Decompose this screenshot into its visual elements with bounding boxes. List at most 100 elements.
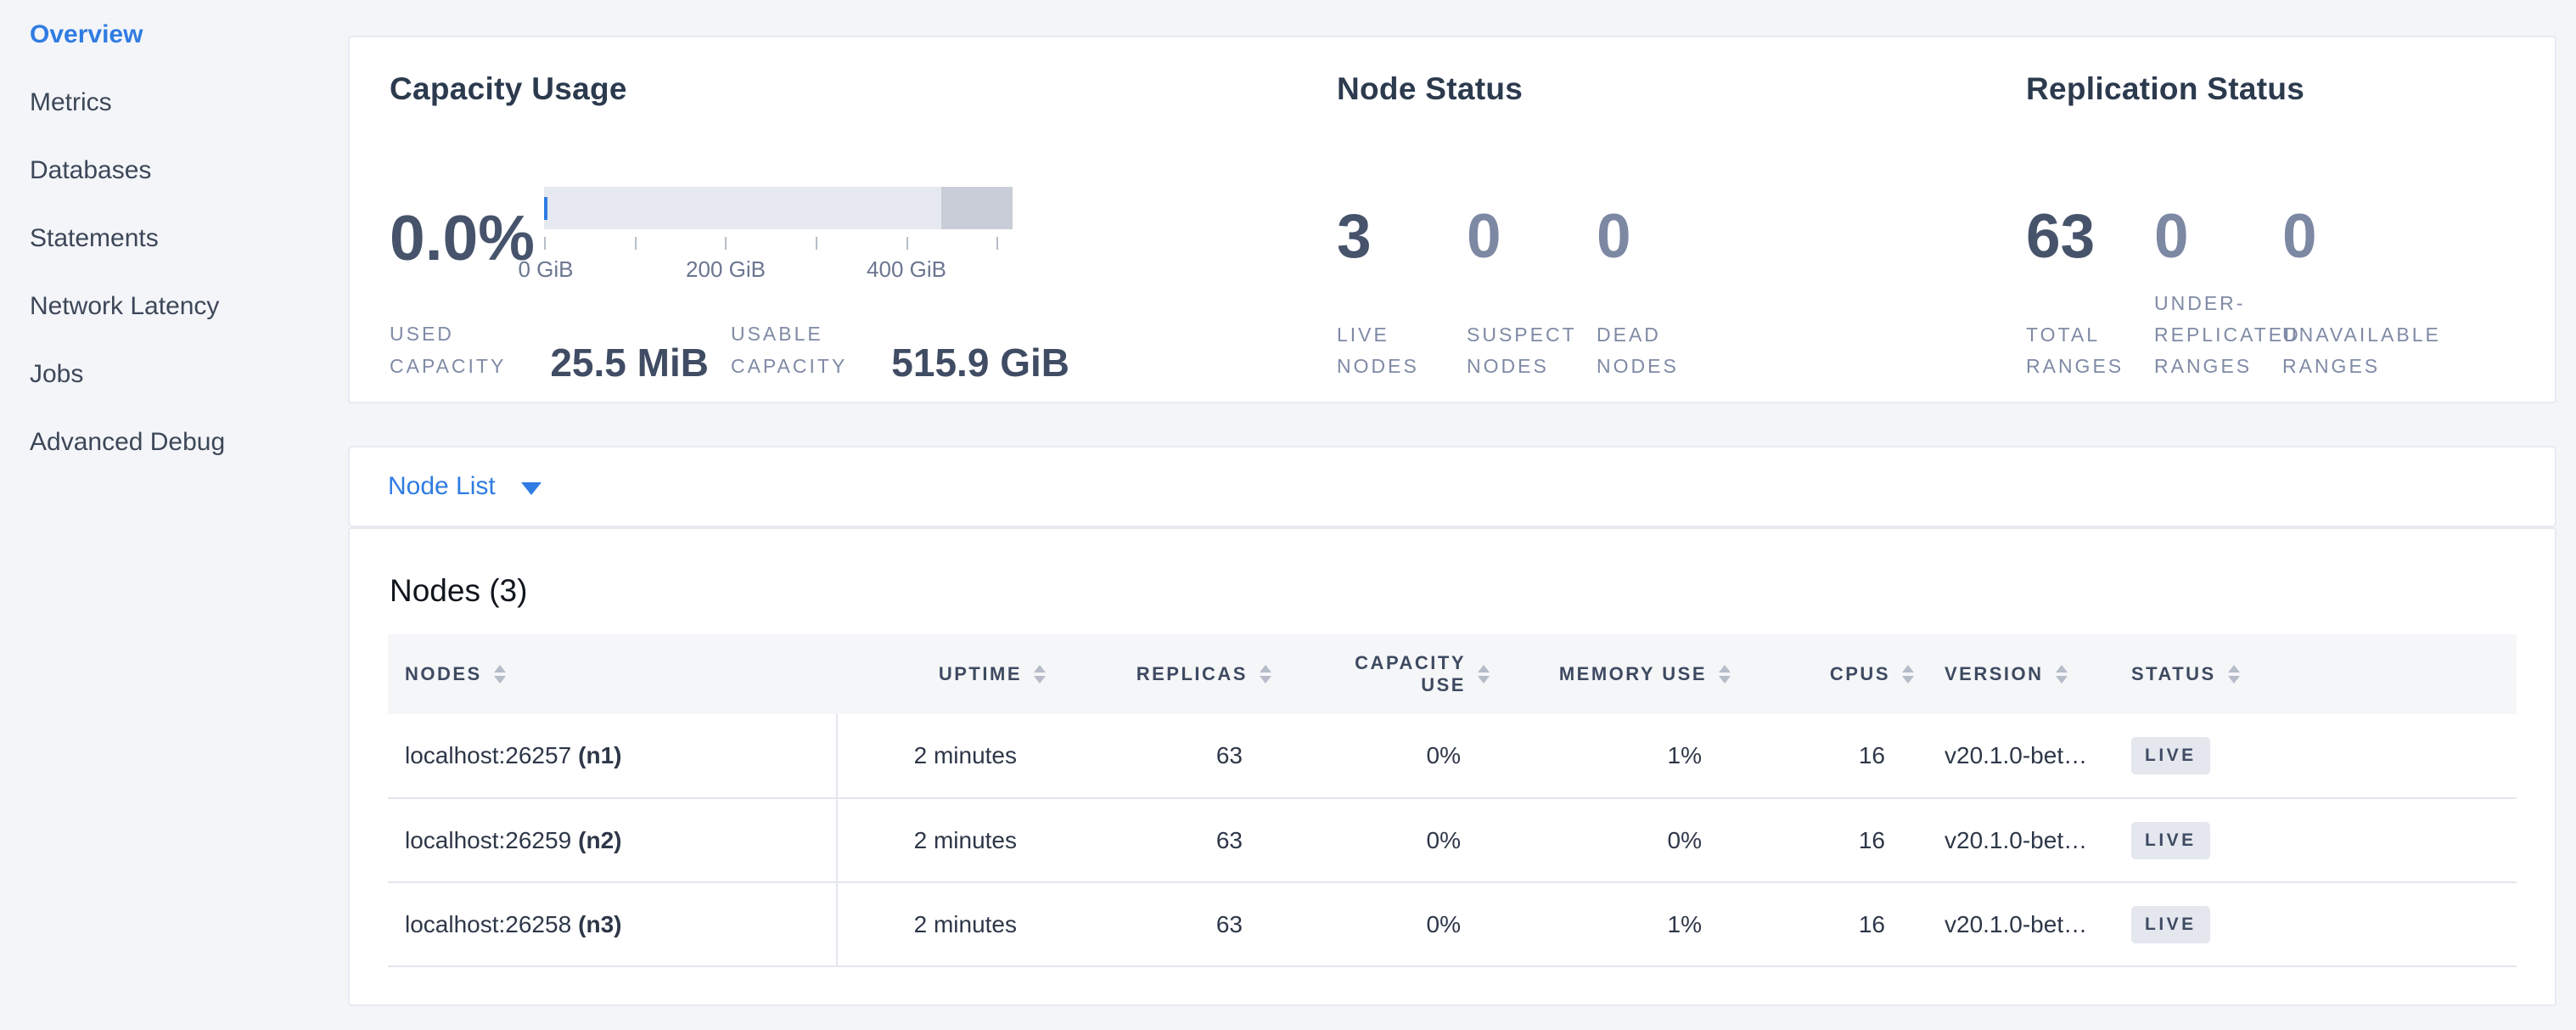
- memory-use-cell: 1%: [1490, 882, 1731, 966]
- label-line: UNAVAILABLE: [2282, 319, 2410, 351]
- sort-icon: [1260, 665, 1271, 684]
- capacity-usage-title: Capacity Usage: [390, 71, 627, 107]
- column-label: CPUS: [1830, 663, 1890, 685]
- capacity-stats-row: USED CAPACITY 25.5 MiB USABLE CAPACITY 5…: [390, 318, 1069, 382]
- capacity-gauge-used-marker: [544, 197, 547, 220]
- page: { "colors": { "page_bg": "#f4f5f9", "car…: [0, 0, 2576, 1030]
- memory-use-cell: 1%: [1490, 714, 1731, 798]
- label-line: RANGES: [2154, 351, 2282, 382]
- label-line: RANGES: [2026, 351, 2154, 382]
- live-nodes-label: LIVE NODES: [1337, 319, 1467, 382]
- status-cell: LIVE: [2131, 882, 2517, 966]
- cpus-cell: 16: [1731, 714, 1914, 798]
- replicas-cell: 63: [1046, 714, 1271, 798]
- column-label: NODES: [405, 663, 482, 685]
- node-address-link[interactable]: localhost:26259 (n2): [405, 827, 621, 853]
- column-header-replicas[interactable]: REPLICAS: [1046, 634, 1271, 714]
- sidebar-item-advanced-debug[interactable]: Advanced Debug: [0, 408, 348, 476]
- replication-status-title: Replication Status: [2026, 71, 2304, 107]
- usable-capacity-label: USABLE CAPACITY: [731, 318, 847, 382]
- sidebar-item-jobs[interactable]: Jobs: [0, 341, 348, 408]
- gauge-tick: [725, 237, 727, 250]
- sort-icon: [2056, 665, 2068, 684]
- usable-capacity-value: 515.9 GiB: [891, 343, 1069, 382]
- sidebar-item-overview[interactable]: Overview: [0, 1, 348, 69]
- capacity-gauge-track: [544, 187, 1013, 229]
- capacity-gauge: 0 GiB 200 GiB 400 GiB: [544, 187, 1013, 285]
- sort-icon: [1719, 665, 1731, 684]
- uptime-cell: 2 minutes: [837, 882, 1046, 966]
- capacity-gauge-axis: [544, 237, 1013, 250]
- table-row: localhost:26258(n3) 2 minutes 63 0% 1% 1…: [388, 882, 2517, 966]
- node-address: localhost:26258: [405, 911, 571, 937]
- replication-values: 63 0 0: [2026, 203, 2410, 271]
- under-replicated-ranges-value: 0: [2154, 203, 2282, 271]
- label-line: CAPACITY: [390, 350, 506, 382]
- node-list-dropdown[interactable]: Node List: [388, 472, 542, 501]
- label-line: UNDER-: [2154, 288, 2282, 319]
- memory-use-cell: 0%: [1490, 798, 1731, 882]
- capacity-gauge-unusable-segment: [941, 187, 1013, 229]
- node-status-section: Node Status 3 0 0 LIVE NODES SUSPECT NOD…: [1337, 37, 1982, 402]
- status-badge: LIVE: [2131, 737, 2210, 774]
- node-address: localhost:26259: [405, 827, 571, 853]
- column-header-status[interactable]: STATUS: [2131, 634, 2517, 714]
- node-name: (n1): [578, 742, 621, 768]
- sidebar-item-statements[interactable]: Statements: [0, 205, 348, 273]
- sidebar-item-network-latency[interactable]: Network Latency: [0, 273, 348, 341]
- column-header-version[interactable]: VERSION: [1914, 634, 2131, 714]
- label-line: USED: [390, 318, 506, 350]
- column-header-nodes[interactable]: NODES: [388, 634, 837, 714]
- status-badge: LIVE: [2131, 906, 2210, 943]
- version-cell: v20.1.0-bet…: [1914, 714, 2131, 798]
- capacity-usage-section: Capacity Usage 0.0% 0 GiB 200 GiB 400 Gi…: [390, 37, 1357, 402]
- status-cell: LIVE: [2131, 798, 2517, 882]
- gauge-tick-label: 400 GiB: [867, 256, 946, 283]
- dead-nodes-label: DEAD NODES: [1597, 319, 1726, 382]
- sort-icon: [494, 665, 506, 684]
- table-row: localhost:26259(n2) 2 minutes 63 0% 0% 1…: [388, 798, 2517, 882]
- gauge-tick: [635, 237, 637, 250]
- sort-icon: [1478, 665, 1490, 684]
- sort-icon: [1902, 665, 1914, 684]
- cpus-cell: 16: [1731, 882, 1914, 966]
- replicas-cell: 63: [1046, 882, 1271, 966]
- label-line: USABLE: [731, 318, 847, 350]
- status-cell: LIVE: [2131, 714, 2517, 798]
- label-line: DEAD: [1597, 319, 1726, 351]
- column-label: CAPACITY USE: [1355, 652, 1466, 696]
- gauge-tick: [906, 237, 908, 250]
- column-header-cpus[interactable]: CPUS: [1731, 634, 1914, 714]
- label-line: CAPACITY: [731, 350, 847, 382]
- gauge-tick: [996, 237, 998, 250]
- gauge-tick-labels: 0 GiB 200 GiB 400 GiB: [544, 256, 1013, 285]
- label-line: REPLICATED: [2154, 319, 2282, 351]
- nodes-table: NODES UPTIME REPLICAS: [388, 634, 2517, 967]
- table-header-row: NODES UPTIME REPLICAS: [388, 634, 2517, 714]
- capacity-use-cell: 0%: [1271, 798, 1490, 882]
- sidebar-item-metrics[interactable]: Metrics: [0, 69, 348, 137]
- column-header-uptime[interactable]: UPTIME: [837, 634, 1046, 714]
- node-address-link[interactable]: localhost:26258(n3): [405, 911, 621, 937]
- cpus-cell: 16: [1731, 798, 1914, 882]
- column-header-memory-use[interactable]: MEMORY USE: [1490, 634, 1731, 714]
- node-name: (n2): [578, 827, 621, 853]
- label-line: NODES: [1597, 351, 1726, 382]
- replication-labels: TOTAL RANGES UNDER- REPLICATED RANGES UN…: [2026, 288, 2410, 382]
- suspect-nodes-value: 0: [1467, 203, 1597, 271]
- column-label: STATUS: [2131, 663, 2216, 685]
- sidebar-item-databases[interactable]: Databases: [0, 137, 348, 205]
- sidebar: Overview Metrics Databases Statements Ne…: [0, 0, 348, 476]
- uptime-cell: 2 minutes: [837, 798, 1046, 882]
- node-status-title: Node Status: [1337, 71, 1523, 107]
- column-header-capacity-use[interactable]: CAPACITY USE: [1271, 634, 1490, 714]
- table-row: localhost:26257(n1) 2 minutes 63 0% 1% 1…: [388, 714, 2517, 798]
- gauge-tick-label: 200 GiB: [686, 256, 766, 283]
- node-address-link[interactable]: localhost:26257(n1): [405, 742, 621, 768]
- suspect-nodes-label: SUSPECT NODES: [1467, 319, 1597, 382]
- label-line: LIVE: [1337, 319, 1467, 351]
- usable-capacity-stat: USABLE CAPACITY 515.9 GiB: [731, 318, 1069, 382]
- dead-nodes-value: 0: [1597, 203, 1726, 271]
- cluster-summary-card: Capacity Usage 0.0% 0 GiB 200 GiB 400 Gi…: [348, 36, 2556, 403]
- used-capacity-label: USED CAPACITY: [390, 318, 506, 382]
